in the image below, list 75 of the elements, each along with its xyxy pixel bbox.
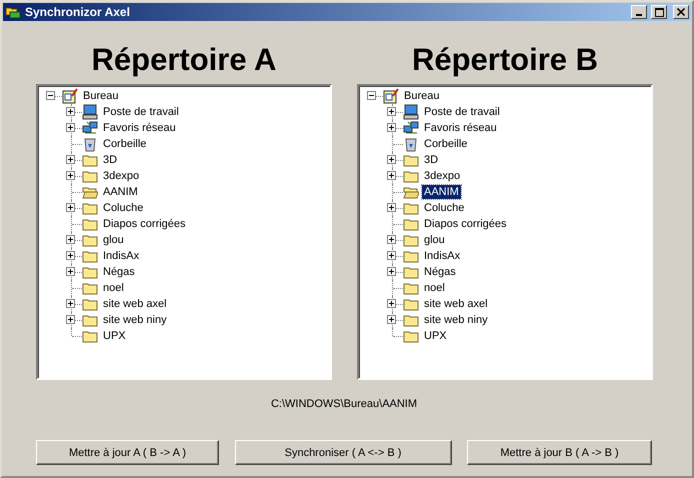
tree-item[interactable]: Corbeille [422, 137, 470, 151]
expand-icon[interactable] [387, 315, 396, 324]
collapse-icon[interactable] [367, 91, 376, 100]
desktop-icon [62, 88, 78, 104]
computer-icon [403, 104, 419, 120]
network-icon [403, 120, 419, 136]
expand-icon[interactable] [66, 203, 75, 212]
expand-icon[interactable] [66, 315, 75, 324]
panel-heading: Répertoire B [412, 41, 598, 79]
sync-folders-icon [5, 5, 21, 19]
computer-icon [82, 104, 98, 120]
tree-item[interactable]: Bureau [402, 89, 442, 103]
expand-icon[interactable] [66, 171, 75, 180]
tree-item[interactable]: Poste de travail [101, 105, 181, 119]
tree-item[interactable]: UPX [422, 329, 449, 343]
tree-item[interactable]: Bureau [81, 89, 120, 103]
expand-icon[interactable] [66, 155, 75, 164]
tree-item[interactable]: Négas [422, 265, 458, 279]
tree-item[interactable]: noel [422, 281, 447, 295]
tree-item[interactable]: Corbeille [101, 137, 148, 151]
recycle-bin-icon [82, 136, 98, 152]
close-button[interactable] [673, 5, 689, 19]
tree-item[interactable]: AANIM [101, 185, 140, 199]
action-button[interactable]: Mettre à jour B ( A -> B ) [467, 440, 652, 465]
tree-item[interactable]: Coluche [422, 201, 466, 215]
tree-item[interactable]: site web axel [422, 297, 490, 311]
expand-icon[interactable] [387, 107, 396, 116]
tree-item[interactable]: Diapos corrigées [422, 217, 509, 231]
tree-item[interactable]: Coluche [101, 201, 146, 215]
desktop-icon [383, 88, 399, 104]
tree-item[interactable]: 3D [422, 153, 440, 167]
expand-icon[interactable] [66, 123, 75, 132]
tree-item[interactable]: 3dexpo [101, 169, 142, 183]
expand-icon[interactable] [66, 299, 75, 308]
tree-item[interactable]: glou [422, 233, 447, 247]
expand-icon[interactable] [387, 171, 396, 180]
tree-item[interactable]: Diapos corrigées [101, 217, 188, 231]
expand-icon[interactable] [387, 203, 396, 212]
action-button[interactable]: Mettre à jour A ( B -> A ) [36, 440, 219, 465]
collapse-icon[interactable] [46, 91, 55, 100]
tree-item[interactable]: IndisAx [422, 249, 462, 263]
tree-item[interactable]: AANIM [422, 185, 461, 199]
expand-icon[interactable] [387, 251, 396, 260]
action-button[interactable]: Synchroniser ( A <-> B ) [234, 440, 452, 465]
tree-item[interactable]: Favoris réseau [101, 121, 178, 135]
maximize-button[interactable] [651, 5, 667, 19]
tree-item[interactable]: site web niny [422, 313, 490, 327]
close-icon [677, 8, 685, 16]
expand-icon[interactable] [387, 267, 396, 276]
tree-item[interactable]: Poste de travail [422, 105, 502, 119]
selected-path: C:\WINDOWS\Bureau\AANIM [270, 398, 418, 412]
expand-icon[interactable] [66, 267, 75, 276]
tree-item[interactable]: glou [101, 233, 126, 247]
tree-item[interactable]: noel [101, 281, 126, 295]
panel-heading: Répertoire A [92, 41, 276, 79]
tree-item[interactable]: site web axel [101, 297, 169, 311]
tree-item[interactable]: Favoris réseau [422, 121, 499, 135]
tree-item[interactable]: Négas [101, 265, 137, 279]
recycle-bin-icon [403, 136, 419, 152]
network-icon [82, 120, 98, 136]
expand-icon[interactable] [66, 107, 75, 116]
window-title: Synchronizor Axel [25, 5, 131, 19]
expand-icon[interactable] [66, 235, 75, 244]
expand-icon[interactable] [387, 299, 396, 308]
expand-icon[interactable] [387, 123, 396, 132]
tree-item[interactable]: 3dexpo [422, 169, 462, 183]
minimize-button[interactable] [631, 5, 647, 19]
maximize-icon [654, 8, 664, 16]
tree-item[interactable]: IndisAx [101, 249, 142, 263]
tree-item[interactable]: UPX [101, 329, 128, 343]
expand-icon[interactable] [66, 251, 75, 260]
tree-item[interactable]: 3D [101, 153, 120, 167]
tree-item[interactable]: site web niny [101, 313, 169, 327]
expand-icon[interactable] [387, 155, 396, 164]
expand-icon[interactable] [387, 235, 396, 244]
